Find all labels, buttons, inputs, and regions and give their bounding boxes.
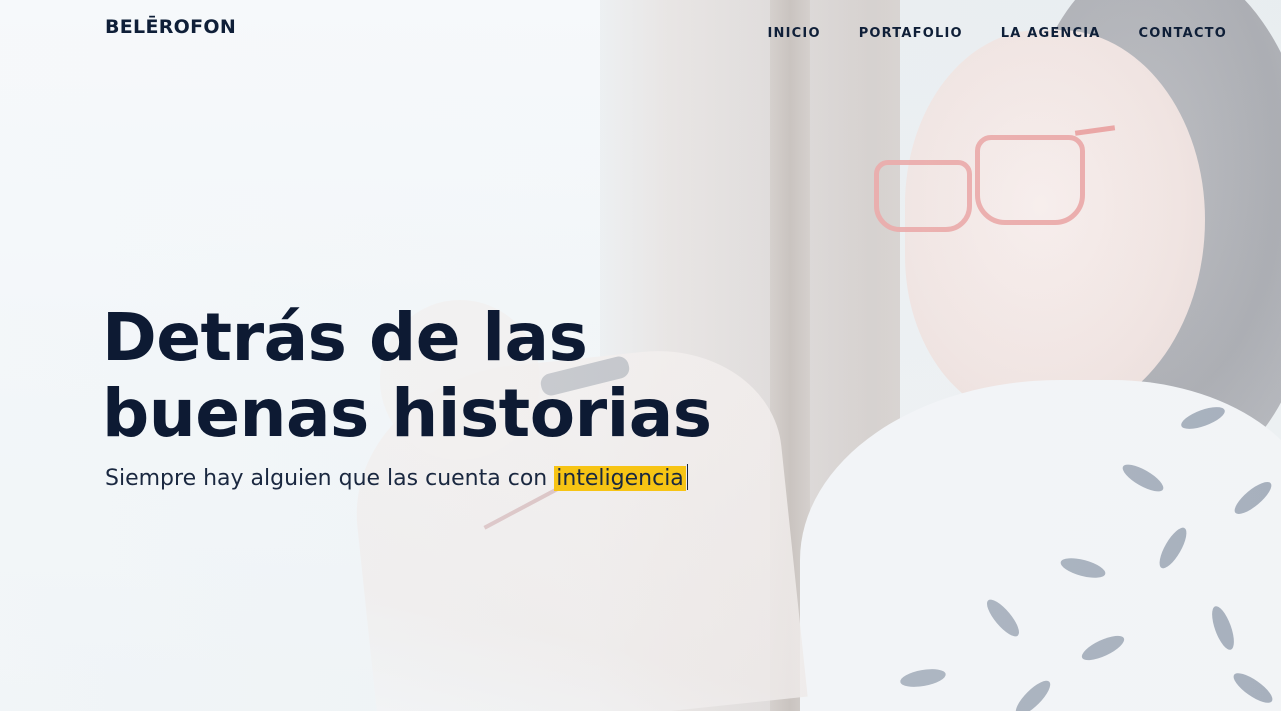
brand-logo[interactable]: BELĒROFON	[105, 16, 236, 38]
typing-caret	[686, 464, 688, 490]
hero-subline: Siempre hay alguien que las cuenta con i…	[105, 462, 688, 496]
hero-section: BELĒROFON INICIO PORTAFOLIO LA AGENCIA C…	[0, 0, 1281, 711]
site-header: BELĒROFON INICIO PORTAFOLIO LA AGENCIA C…	[0, 0, 1281, 70]
hero-headline: Detrás de las buenas historias	[102, 300, 712, 452]
hero-headline-line2: buenas historias	[102, 375, 712, 452]
nav-link-la-agencia[interactable]: LA AGENCIA	[1001, 26, 1101, 41]
nav-link-contacto[interactable]: CONTACTO	[1139, 26, 1227, 41]
hero-subline-highlight: inteligencia	[554, 466, 686, 491]
hero-subline-text: Siempre hay alguien que las cuenta con	[105, 466, 555, 491]
hero-headline-line1: Detrás de las	[102, 299, 588, 376]
nav-link-portafolio[interactable]: PORTAFOLIO	[859, 26, 963, 41]
main-nav: INICIO PORTAFOLIO LA AGENCIA CONTACTO	[730, 26, 1227, 41]
nav-link-inicio[interactable]: INICIO	[768, 26, 821, 41]
